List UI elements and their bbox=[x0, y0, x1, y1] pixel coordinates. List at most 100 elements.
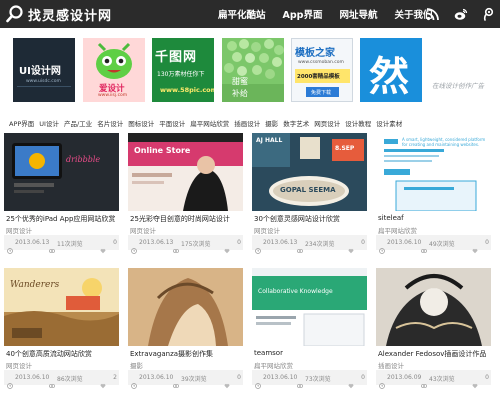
category-digital-art[interactable]: 数字艺术 bbox=[283, 118, 309, 128]
heart-icon[interactable] bbox=[100, 239, 106, 254]
gallery-card[interactable]: A smart, lightweight, considered platfor… bbox=[376, 133, 491, 254]
heart-icon[interactable] bbox=[348, 239, 354, 254]
ad-cssmoban[interactable]: 模板之家 www.cssmoban.com 2000套精品模板 免费下载 bbox=[291, 38, 353, 102]
category-resources[interactable]: 设计素材 bbox=[376, 118, 402, 128]
gallery-card[interactable]: AJ HALL 8.SEP GOPAL SEEMA 30个创意灵感网站设计欣赏 网页设计… bbox=[252, 133, 367, 254]
card-date: 2013.06.10 bbox=[15, 374, 50, 381]
ad-ran-glyph: 然 bbox=[369, 54, 409, 100]
weibo-icon[interactable] bbox=[454, 7, 468, 21]
card-category[interactable]: 网页设计 bbox=[6, 225, 32, 235]
gallery-card[interactable]: Collaborative Knowledge teamsor 扁平网站欣赏 2013… bbox=[252, 268, 367, 389]
card-title[interactable]: 25个优秀的iPad App应用网站欣赏 bbox=[6, 214, 118, 224]
category-tutorials[interactable]: 设计教程 bbox=[345, 118, 371, 128]
card-thumbnail[interactable] bbox=[128, 268, 243, 346]
card-meta: 2013.06.10 39次浏览 0 bbox=[128, 370, 243, 389]
gallery-card[interactable]: dribbble 25个优秀的iPad App应用网站欣赏 网页设计 2013.06.… bbox=[4, 133, 119, 254]
heart-icon[interactable] bbox=[224, 374, 230, 389]
gallery-card[interactable]: Online Store 25光彩夺目创意的时尚网站设计 网页设计 2013.06.1… bbox=[128, 133, 243, 254]
ad-uisdc[interactable]: UI设计网 www.uisdc.com bbox=[13, 38, 75, 102]
ad-sweet[interactable]: 甜蜜 补给 bbox=[222, 38, 284, 102]
card-thumbnail[interactable]: Collaborative Knowledge bbox=[252, 268, 367, 346]
card-title[interactable]: teamsor bbox=[254, 349, 366, 357]
card-category[interactable]: 网页设计 bbox=[254, 225, 280, 235]
category-web-design[interactable]: 网页设计 bbox=[314, 118, 340, 128]
nav-app-ui[interactable]: App界面 bbox=[283, 7, 323, 21]
card-category[interactable]: 网页设计 bbox=[6, 360, 32, 370]
card-title[interactable]: siteleaf bbox=[378, 214, 490, 222]
category-flat-sites[interactable]: 扁平网站欣赏 bbox=[190, 118, 229, 128]
thumbnail-image bbox=[4, 133, 119, 211]
card-thumbnail[interactable]: dribbble bbox=[4, 133, 119, 211]
card-title[interactable]: 40个创意高质流动网站欣赏 bbox=[6, 349, 118, 359]
eye-icon bbox=[296, 239, 304, 254]
category-icon-design[interactable]: 图标设计 bbox=[128, 118, 154, 128]
tencent-weibo-icon[interactable] bbox=[482, 7, 496, 21]
nav-site-directory[interactable]: 网址导航 bbox=[339, 7, 377, 21]
clock-icon bbox=[255, 374, 261, 389]
heart-icon[interactable] bbox=[348, 374, 354, 389]
card-views: 11次浏览 bbox=[57, 241, 83, 248]
card-category[interactable]: 插画设计 bbox=[378, 360, 404, 370]
ad-58pic-tagline: 130万素材任你下 bbox=[157, 71, 205, 78]
card-views: 39次浏览 bbox=[181, 376, 207, 383]
card-likes: 0 bbox=[361, 374, 365, 381]
banner-ads: UI设计网 www.uisdc.com 爱设计 www.iisj.com 千图网… bbox=[0, 28, 500, 110]
category-business-card[interactable]: 名片设计 bbox=[97, 118, 123, 128]
category-photography[interactable]: 摄影 bbox=[265, 118, 278, 128]
category-ui-design[interactable]: UI设计 bbox=[39, 118, 59, 128]
gallery-card[interactable]: Wanderers 40个创意高质流动网站欣赏 网页设计 2013.06.10 86次浏… bbox=[4, 268, 119, 389]
ad-iisj[interactable]: 爱设计 www.iisj.com bbox=[83, 38, 145, 102]
ad-58pic[interactable]: 千图网 130万素材任你下 www.58pic.com bbox=[152, 38, 214, 102]
eye-icon bbox=[172, 239, 180, 254]
clock-icon bbox=[7, 239, 13, 254]
heart-icon[interactable] bbox=[472, 239, 478, 254]
nav-flat-sites[interactable]: 扁平化酷站 bbox=[218, 7, 266, 21]
clock-icon bbox=[379, 239, 385, 254]
category-graphic-design[interactable]: 平面设计 bbox=[159, 118, 185, 128]
card-category[interactable]: 摄影 bbox=[130, 360, 143, 370]
card-views: 175次浏览 bbox=[181, 241, 211, 248]
ad-58pic-url: www.58pic.com bbox=[160, 86, 214, 94]
eye-icon bbox=[420, 239, 428, 254]
card-thumbnail[interactable] bbox=[376, 268, 491, 346]
card-likes: 0 bbox=[485, 374, 489, 381]
card-meta: 2013.06.10 86次浏览 2 bbox=[4, 370, 119, 389]
card-views: 49次浏览 bbox=[429, 241, 455, 248]
category-app-ui[interactable]: APP界面 bbox=[9, 118, 34, 128]
card-thumbnail[interactable]: Wanderers bbox=[4, 268, 119, 346]
site-logo[interactable]: 找灵感设计网 bbox=[6, 4, 112, 24]
card-category[interactable]: 扁平网站欣赏 bbox=[254, 360, 293, 370]
gallery-card[interactable]: Extravaganza摄影创作集 摄影 2013.06.10 39次浏览 0 bbox=[128, 268, 243, 389]
card-title[interactable]: Extravaganza摄影创作集 bbox=[130, 349, 242, 359]
card-title[interactable]: 25光彩夺目创意的时尚网站设计 bbox=[130, 214, 242, 224]
heart-icon[interactable] bbox=[472, 374, 478, 389]
clock-icon bbox=[7, 374, 13, 389]
clock-icon bbox=[255, 239, 261, 254]
card-meta: 2013.06.09 43次浏览 0 bbox=[376, 370, 491, 389]
gallery-card[interactable]: Alexander Fedosov插画设计作品 插画设计 2013.06.09 43次… bbox=[376, 268, 491, 389]
thumb-label: Wanderers bbox=[10, 280, 60, 290]
ad-ran[interactable]: 然 bbox=[360, 38, 422, 102]
ad-cssmoban-download-button[interactable]: 免费下载 bbox=[311, 89, 331, 96]
card-views: 234次浏览 bbox=[305, 241, 335, 248]
category-product-industrial[interactable]: 产品/工业 bbox=[64, 118, 92, 128]
card-title[interactable]: Alexander Fedosov插画设计作品 bbox=[378, 349, 490, 359]
heart-icon[interactable] bbox=[224, 239, 230, 254]
top-navbar: 找灵感设计网 扁平化酷站 App界面 网址导航 关于我们 bbox=[0, 0, 500, 28]
card-meta: 2013.06.10 49次浏览 0 bbox=[376, 235, 491, 254]
card-thumbnail[interactable]: AJ HALL 8.SEP GOPAL SEEMA bbox=[252, 133, 367, 211]
rss-icon[interactable] bbox=[426, 7, 440, 21]
thumb-label: Collaborative Knowledge bbox=[258, 288, 333, 295]
ad-sweet-line1: 甜蜜 bbox=[232, 77, 248, 86]
eye-icon bbox=[48, 239, 56, 254]
card-thumbnail[interactable]: Online Store bbox=[128, 133, 243, 211]
card-category[interactable]: 扁平网站欣赏 bbox=[378, 225, 417, 235]
heart-icon[interactable] bbox=[100, 374, 106, 389]
card-thumbnail[interactable]: A smart, lightweight, considered platfor… bbox=[376, 133, 491, 211]
site-logo-text: 找灵感设计网 bbox=[28, 8, 113, 24]
clock-icon bbox=[379, 374, 385, 389]
thumbnail-image bbox=[128, 133, 243, 211]
category-illustration[interactable]: 插画设计 bbox=[234, 118, 260, 128]
card-category[interactable]: 网页设计 bbox=[130, 225, 156, 235]
card-title[interactable]: 30个创意灵感网站设计欣赏 bbox=[254, 214, 366, 224]
